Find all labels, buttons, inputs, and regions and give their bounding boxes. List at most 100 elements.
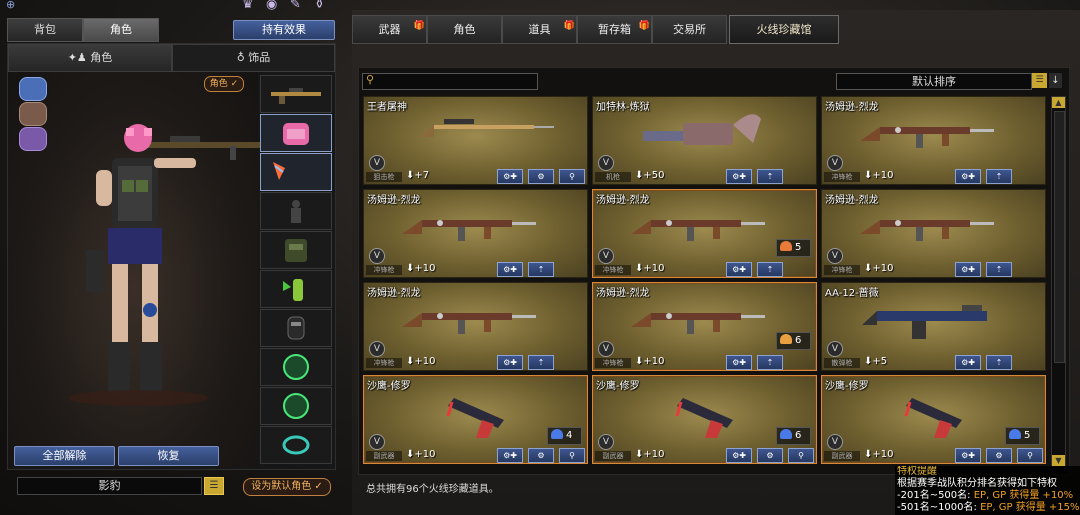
role-badge[interactable]: 角色 ✓ <box>204 76 244 92</box>
bag-icon[interactable]: ⚱ <box>314 0 325 12</box>
equip-slot[interactable] <box>260 426 332 464</box>
scroll-up-button[interactable]: ▲ <box>1052 97 1065 108</box>
equip-slot[interactable] <box>260 270 332 308</box>
equip-slot[interactable] <box>260 309 332 347</box>
upgrade-button[interactable]: ⚙✚ <box>726 448 752 463</box>
item-level: ⬇+50 <box>635 170 665 181</box>
item-card[interactable]: 汤姆逊-烈龙 V 冲锋枪 ⬇+10 ⚙✚ ⇡ <box>821 189 1046 278</box>
inspect-button[interactable]: ⚲ <box>559 169 585 184</box>
item-level-value: +10 <box>414 263 436 274</box>
item-count: 5 <box>1005 427 1040 445</box>
equip-slot[interactable] <box>260 231 332 269</box>
effects-button[interactable]: 持有效果 <box>233 20 335 40</box>
settings-button[interactable]: ⚙ <box>528 448 554 463</box>
upgrade-button[interactable]: ⚙✚ <box>497 448 523 463</box>
promote-button[interactable]: ⇡ <box>757 169 783 184</box>
inspect-button[interactable]: ⚲ <box>788 448 814 463</box>
item-level: ⬇+10 <box>406 449 436 460</box>
promote-button[interactable]: ⇡ <box>757 262 783 277</box>
item-name: 汤姆逊-烈龙 <box>596 288 650 299</box>
sort-direction-button[interactable]: ↓ <box>1049 73 1062 88</box>
scrollbar-thumb[interactable] <box>1054 111 1065 363</box>
promote-button[interactable]: ⇡ <box>986 262 1012 277</box>
tab-storage[interactable]: 暂存箱 🎁 <box>577 15 652 44</box>
search-input[interactable]: ⚲ <box>362 73 538 90</box>
character-name-field[interactable]: 影豹 <box>17 477 202 495</box>
tab-collection[interactable]: 火线珍藏馆 <box>729 15 839 44</box>
wrench-icon: ⚙✚ <box>732 451 746 460</box>
item-level: ⬇+10 <box>864 170 894 181</box>
capsule-icon <box>1009 429 1021 439</box>
inspect-button[interactable]: ⚲ <box>559 448 585 463</box>
settings-button[interactable]: ⚙ <box>986 448 1012 463</box>
item-card[interactable]: 王者屠神 V 狙击枪 ⬇+7 ⚙✚ ⚙ ⚲ <box>363 96 588 185</box>
upgrade-button[interactable]: ⚙✚ <box>726 169 752 184</box>
settings-button[interactable]: ⚙ <box>757 448 783 463</box>
promote-button[interactable]: ⇡ <box>757 355 783 370</box>
sort-list-button[interactable]: ☰ <box>1032 73 1047 88</box>
tab-exchange[interactable]: 交易所 <box>652 15 727 44</box>
tab-backpack[interactable]: 背包 <box>7 18 83 42</box>
promote-button[interactable]: ⇡ <box>986 169 1012 184</box>
skill-icon-1[interactable] <box>19 77 47 101</box>
item-card[interactable]: 汤姆逊-烈龙 V 冲锋枪 ⬇+10 ⚙✚ ⇡ <box>363 282 588 371</box>
item-card[interactable]: 沙鹰-修罗 V 副武器 ⬇+10 4 ⚙✚ ⚙ ⚲ <box>363 375 588 464</box>
upgrade-button[interactable]: ⚙✚ <box>955 169 981 184</box>
backpack-slot-icon <box>283 123 309 145</box>
item-card[interactable]: 沙鹰-修罗 V 副武器 ⬇+10 5 ⚙✚ ⚙ ⚲ <box>821 375 1046 464</box>
restore-button[interactable]: 恢复 <box>118 446 219 466</box>
vip-badge-icon: V <box>598 341 614 357</box>
tab-roles[interactable]: 角色 <box>427 15 502 44</box>
remove-all-button[interactable]: 全部解除 <box>14 446 115 466</box>
promote-button[interactable]: ⇡ <box>986 355 1012 370</box>
scrollbar-track[interactable]: ▲ ▼ <box>1051 96 1066 467</box>
equip-slot[interactable] <box>260 192 332 230</box>
subtab-character[interactable]: ✦♟ 角色 <box>8 44 172 72</box>
equip-slot[interactable] <box>260 348 332 386</box>
item-card[interactable]: 汤姆逊-烈龙 V 冲锋枪 ⬇+10 6 ⚙✚ ⇡ <box>592 282 817 371</box>
item-card[interactable]: 汤姆逊-烈龙 V 冲锋枪 ⬇+10 ⚙✚ ⇡ <box>363 189 588 278</box>
upgrade-button[interactable]: ⚙✚ <box>726 355 752 370</box>
item-name: 汤姆逊-烈龙 <box>367 195 421 206</box>
trophy-icon[interactable]: ♛ <box>242 0 254 12</box>
settings-button[interactable]: ⚙ <box>528 169 554 184</box>
upgrade-button[interactable]: ⚙✚ <box>497 355 523 370</box>
skill-icon-2[interactable] <box>19 102 47 126</box>
item-card[interactable]: 汤姆逊-烈龙 V 冲锋枪 ⬇+10 ⚙✚ ⇡ <box>821 96 1046 185</box>
upgrade-button[interactable]: ⚙✚ <box>497 169 523 184</box>
skill-icon-3[interactable] <box>19 127 47 151</box>
promote-button[interactable]: ⇡ <box>528 355 554 370</box>
tab-items[interactable]: 道具 🎁 <box>502 15 577 44</box>
inspect-button[interactable]: ⚲ <box>1017 448 1043 463</box>
item-card[interactable]: AA-12-蔷薇 V 散弹枪 ⬇+5 ⚙✚ ⇡ <box>821 282 1046 371</box>
tab-character[interactable]: 角色 <box>83 18 159 42</box>
item-card[interactable]: 加特林-炼狱 V 机枪 ⬇+50 ⚙✚ ⇡ <box>592 96 817 185</box>
upgrade-button[interactable]: ⚙✚ <box>955 355 981 370</box>
upgrade-button[interactable]: ⚙✚ <box>955 262 981 277</box>
upgrade-button[interactable]: ⚙✚ <box>497 262 523 277</box>
upgrade-button[interactable]: ⚙✚ <box>726 262 752 277</box>
brush-icon[interactable]: ✎ <box>290 0 301 12</box>
item-card[interactable]: 汤姆逊-烈龙 V 冲锋枪 ⬇+10 5 ⚙✚ ⇡ <box>592 189 817 278</box>
item-name: AA-12-蔷薇 <box>825 288 879 299</box>
equip-slot[interactable] <box>260 114 332 152</box>
name-list-button[interactable]: ☰ <box>204 477 224 495</box>
equip-slot[interactable] <box>260 153 332 191</box>
item-name: 沙鹰-修罗 <box>596 381 640 392</box>
equip-slot[interactable] <box>260 387 332 425</box>
tab-weapons[interactable]: 武器 🎁 <box>352 15 427 44</box>
set-default-button[interactable]: 设为默认角色 ✓ <box>243 478 331 496</box>
upgrade-button[interactable]: ⚙✚ <box>955 448 981 463</box>
equip-slot[interactable] <box>260 75 332 113</box>
scroll-down-button[interactable]: ▼ <box>1052 455 1065 466</box>
search-icon: ⚲ <box>366 73 375 86</box>
globe-icon[interactable]: ◉ <box>266 0 277 12</box>
vip-badge-icon: V <box>598 155 614 171</box>
promote-button[interactable]: ⇡ <box>528 262 554 277</box>
item-count: 6 <box>776 427 811 445</box>
item-card[interactable]: 沙鹰-修罗 V 副武器 ⬇+10 6 ⚙✚ ⚙ ⚲ <box>592 375 817 464</box>
search-field[interactable] <box>379 74 533 89</box>
sort-dropdown[interactable]: 默认排序 <box>836 73 1032 90</box>
subtab-accessory[interactable]: ♁ 饰品 <box>172 44 335 72</box>
search-icon: ⚲ <box>569 172 575 181</box>
